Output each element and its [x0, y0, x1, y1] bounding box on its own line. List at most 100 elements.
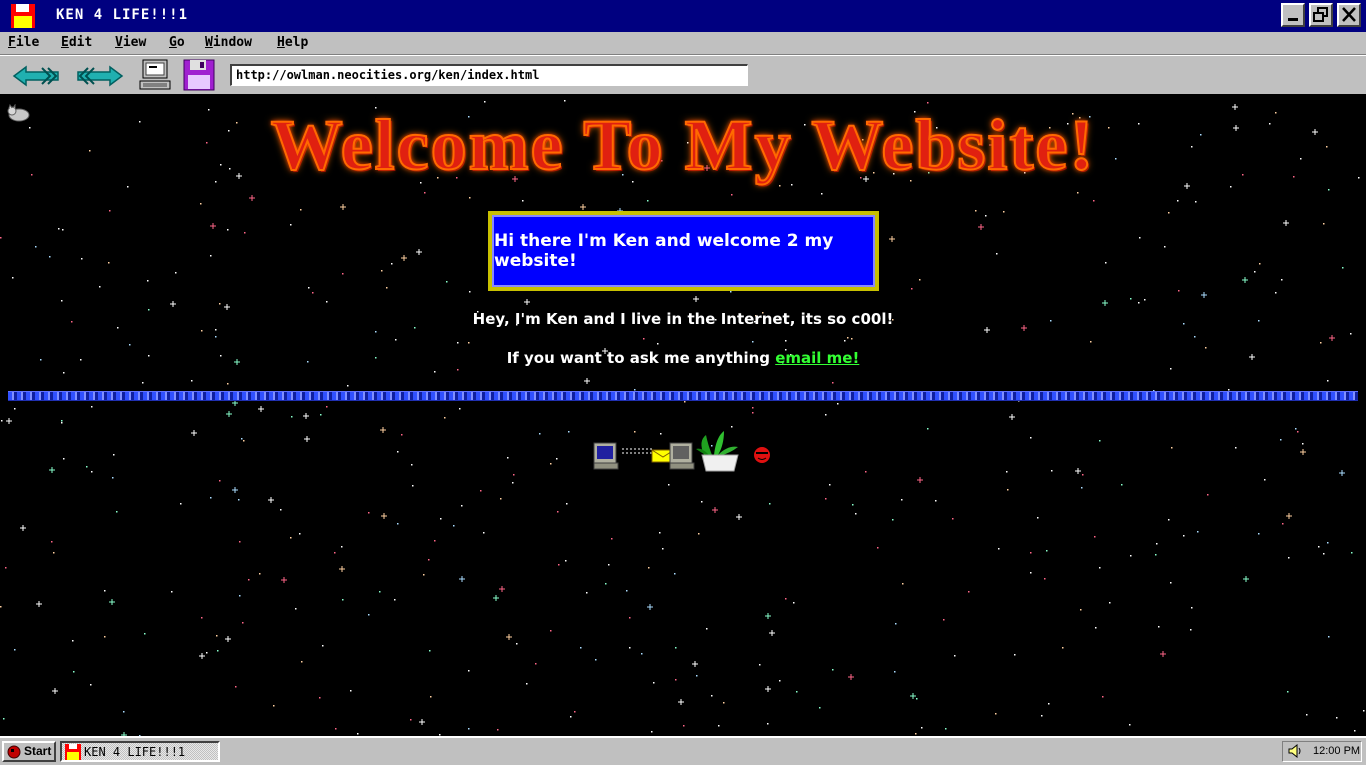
star — [468, 728, 470, 730]
star — [480, 490, 482, 492]
star — [357, 733, 359, 735]
star — [1144, 299, 1146, 301]
star — [63, 458, 65, 460]
title-bar[interactable]: KEN 4 LIFE!!!1 — [0, 0, 1366, 32]
maximize-button[interactable] — [1309, 3, 1333, 27]
star — [819, 707, 821, 709]
star — [457, 369, 459, 371]
star — [1138, 302, 1140, 304]
star — [217, 650, 219, 652]
star — [1295, 428, 1297, 430]
star — [368, 512, 370, 514]
star — [1062, 647, 1064, 649]
windows-logo-icon — [7, 745, 21, 759]
star — [446, 281, 448, 283]
menu-help[interactable]: Help — [277, 35, 308, 50]
star — [0, 606, 2, 608]
star — [6, 418, 12, 424]
star — [647, 200, 649, 202]
computer-icon[interactable] — [138, 59, 172, 91]
star — [319, 697, 321, 699]
taskbar-item-ken[interactable]: KEN 4 LIFE!!!1 — [60, 741, 220, 762]
back-arrow-icon[interactable] — [12, 65, 60, 87]
close-icon — [1342, 7, 1356, 22]
star — [832, 382, 834, 384]
star — [935, 500, 937, 502]
star — [322, 645, 324, 647]
star — [280, 509, 282, 511]
menu-go[interactable]: Go — [169, 35, 185, 50]
minimize-button[interactable] — [1281, 3, 1305, 27]
star — [108, 262, 110, 264]
star — [180, 503, 182, 505]
star — [232, 487, 238, 493]
star — [1328, 189, 1330, 191]
star — [1320, 342, 1322, 344]
star — [397, 451, 399, 453]
star — [516, 643, 518, 645]
divider-bar — [8, 391, 1358, 401]
menu-file[interactable]: File — [8, 35, 39, 50]
star — [1275, 292, 1277, 294]
star — [718, 725, 720, 727]
star — [706, 628, 708, 630]
speaker-icon[interactable] — [1288, 744, 1302, 758]
star — [1044, 578, 1046, 580]
menu-window[interactable]: Window — [205, 35, 252, 50]
star — [1030, 572, 1032, 574]
star — [769, 630, 775, 636]
star — [468, 670, 470, 672]
menu-edit[interactable]: Edit — [61, 35, 92, 50]
close-button[interactable] — [1337, 3, 1361, 27]
star — [1130, 298, 1132, 300]
star — [580, 647, 582, 649]
star — [995, 713, 997, 715]
star — [968, 591, 970, 593]
star — [63, 372, 65, 374]
star — [468, 342, 470, 344]
system-tray: 12:00 PM — [1282, 741, 1362, 762]
star — [586, 592, 588, 594]
star — [910, 693, 916, 699]
star — [1350, 333, 1352, 335]
page-viewport[interactable]: Welcome To My Website! Hi there I'm Ken … — [0, 94, 1366, 736]
menu-view[interactable]: View — [115, 35, 146, 50]
star — [499, 586, 505, 592]
star — [258, 406, 264, 412]
star — [1090, 341, 1092, 343]
star — [301, 661, 303, 663]
star — [411, 464, 413, 466]
star — [796, 691, 798, 693]
star — [954, 655, 956, 657]
star — [1302, 443, 1304, 445]
star — [651, 731, 653, 733]
star — [200, 203, 202, 205]
star — [1006, 471, 1008, 473]
star — [291, 416, 293, 418]
star — [340, 204, 346, 210]
star — [565, 560, 567, 562]
floppy-disk-icon[interactable] — [183, 59, 215, 91]
star — [3, 718, 5, 720]
star — [675, 647, 677, 649]
star — [512, 482, 514, 484]
star — [428, 559, 430, 561]
star — [711, 695, 713, 697]
star — [1327, 542, 1329, 544]
star — [248, 579, 250, 581]
star — [1195, 201, 1197, 203]
address-field[interactable]: http://owlman.neocities.org/ken/index.ht… — [230, 64, 748, 86]
star — [1327, 380, 1329, 382]
star — [1037, 517, 1039, 519]
forward-arrow-icon[interactable] — [76, 65, 124, 87]
star — [985, 215, 987, 217]
star — [1329, 335, 1335, 341]
start-button[interactable]: Start — [2, 741, 56, 762]
star — [793, 602, 795, 604]
star — [626, 590, 628, 592]
star — [848, 674, 854, 680]
star — [500, 498, 502, 500]
star — [1030, 437, 1032, 439]
email-link[interactable]: email me! — [775, 349, 859, 367]
star — [550, 630, 552, 632]
